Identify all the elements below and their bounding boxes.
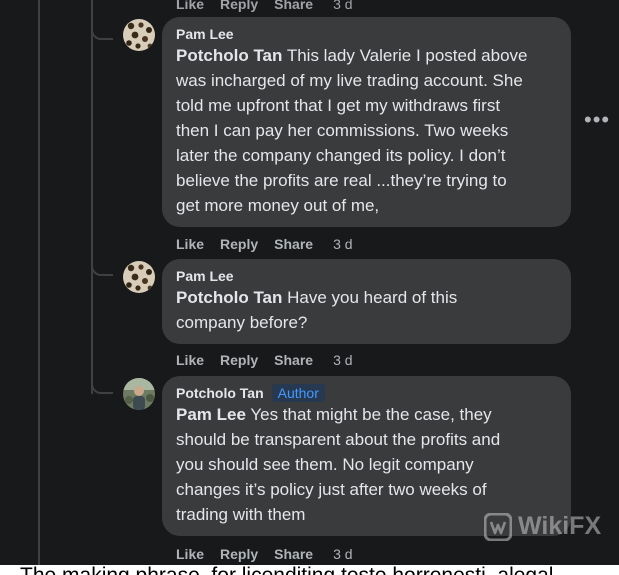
reply-button[interactable]: Reply bbox=[220, 545, 258, 563]
comment-line: told me upfront that I get my withdraws … bbox=[176, 96, 501, 115]
comment-time[interactable]: 3 d bbox=[333, 351, 352, 369]
comment-actions: Like Reply Share 3 d bbox=[176, 545, 369, 563]
watermark: WikiFX bbox=[484, 512, 601, 541]
like-button[interactable]: Like bbox=[176, 0, 204, 13]
comment-author[interactable]: Potcholo Tan bbox=[176, 384, 264, 402]
share-button[interactable]: Share bbox=[274, 0, 313, 13]
comment-line: changes it’s policy just after two weeks… bbox=[176, 480, 487, 499]
share-button[interactable]: Share bbox=[274, 235, 313, 253]
avatar[interactable] bbox=[123, 378, 155, 410]
comment-time[interactable]: 3 d bbox=[333, 0, 352, 13]
avatar[interactable] bbox=[123, 261, 155, 293]
thread-branch bbox=[91, 380, 113, 394]
comment-author[interactable]: Pam Lee bbox=[176, 25, 557, 43]
comment-actions: Like Reply Share 3 d bbox=[176, 351, 369, 369]
comment-line: This lady Valerie I posted above bbox=[282, 46, 528, 65]
comment-line: trading with them bbox=[176, 505, 306, 524]
thread-branch bbox=[91, 262, 113, 276]
more-horizontal-icon[interactable]: ••• bbox=[584, 109, 610, 131]
comment-line: company before? bbox=[176, 313, 308, 332]
comment-text: Potcholo Tan This lady Valerie I posted … bbox=[176, 43, 557, 218]
thread-line-outer bbox=[38, 0, 40, 565]
mention-link[interactable]: Pam Lee bbox=[176, 405, 246, 424]
thread-line-inner bbox=[91, 0, 93, 394]
comment-line: you should see them. No legit company bbox=[176, 455, 474, 474]
comment-line: later the company changed its policy. I … bbox=[176, 146, 506, 165]
watermark-text: WikiFX bbox=[518, 512, 602, 540]
comment-line: Have you heard of this bbox=[282, 288, 458, 307]
share-button[interactable]: Share bbox=[274, 545, 313, 563]
comment-line: believe the profits are real ...they’re … bbox=[176, 171, 507, 190]
comment-actions: Like Reply Share 3 d bbox=[176, 235, 369, 253]
like-button[interactable]: Like bbox=[176, 235, 204, 253]
comment-bubble: Pam Lee Potcholo Tan Have you heard of t… bbox=[162, 259, 571, 344]
mention-link[interactable]: Potcholo Tan bbox=[176, 288, 282, 307]
share-button[interactable]: Share bbox=[274, 351, 313, 369]
comment-line: Yes that might be the case, they bbox=[245, 405, 492, 424]
comment-line: then I can pay her commissions. Two week… bbox=[176, 121, 509, 140]
comment-time[interactable]: 3 d bbox=[333, 235, 352, 253]
comment-bubble: Pam Lee Potcholo Tan This lady Valerie I… bbox=[162, 17, 571, 227]
previous-comment-actions: Like Reply Share 3 d bbox=[176, 0, 369, 13]
like-button[interactable]: Like bbox=[176, 351, 204, 369]
comment-text: Pam Lee Yes that might be the case, they… bbox=[176, 402, 557, 527]
comment-author[interactable]: Pam Lee bbox=[176, 267, 557, 285]
comment-time[interactable]: 3 d bbox=[333, 545, 352, 563]
comment-line: get more money out of me, bbox=[176, 196, 380, 215]
comment-line: was incharged of my live trading account… bbox=[176, 71, 523, 90]
thread-branch bbox=[91, 26, 113, 40]
reply-button[interactable]: Reply bbox=[220, 0, 258, 13]
reply-button[interactable]: Reply bbox=[220, 235, 258, 253]
reply-button[interactable]: Reply bbox=[220, 351, 258, 369]
caption-text: The making phrase, for licenditing teste… bbox=[20, 564, 553, 575]
comment-header: Potcholo Tan Author bbox=[176, 384, 557, 402]
comments-panel: Like Reply Share 3 d Pam Lee Potcholo Ta… bbox=[0, 0, 619, 565]
comment-line: should be transparent about the profits … bbox=[176, 430, 501, 449]
comment-text: Potcholo Tan Have you heard of this compa… bbox=[176, 285, 557, 335]
like-button[interactable]: Like bbox=[176, 545, 204, 563]
author-badge: Author bbox=[271, 384, 325, 402]
mention-link[interactable]: Potcholo Tan bbox=[176, 46, 282, 65]
watermark-logo-icon bbox=[484, 512, 512, 541]
avatar[interactable] bbox=[123, 19, 155, 51]
